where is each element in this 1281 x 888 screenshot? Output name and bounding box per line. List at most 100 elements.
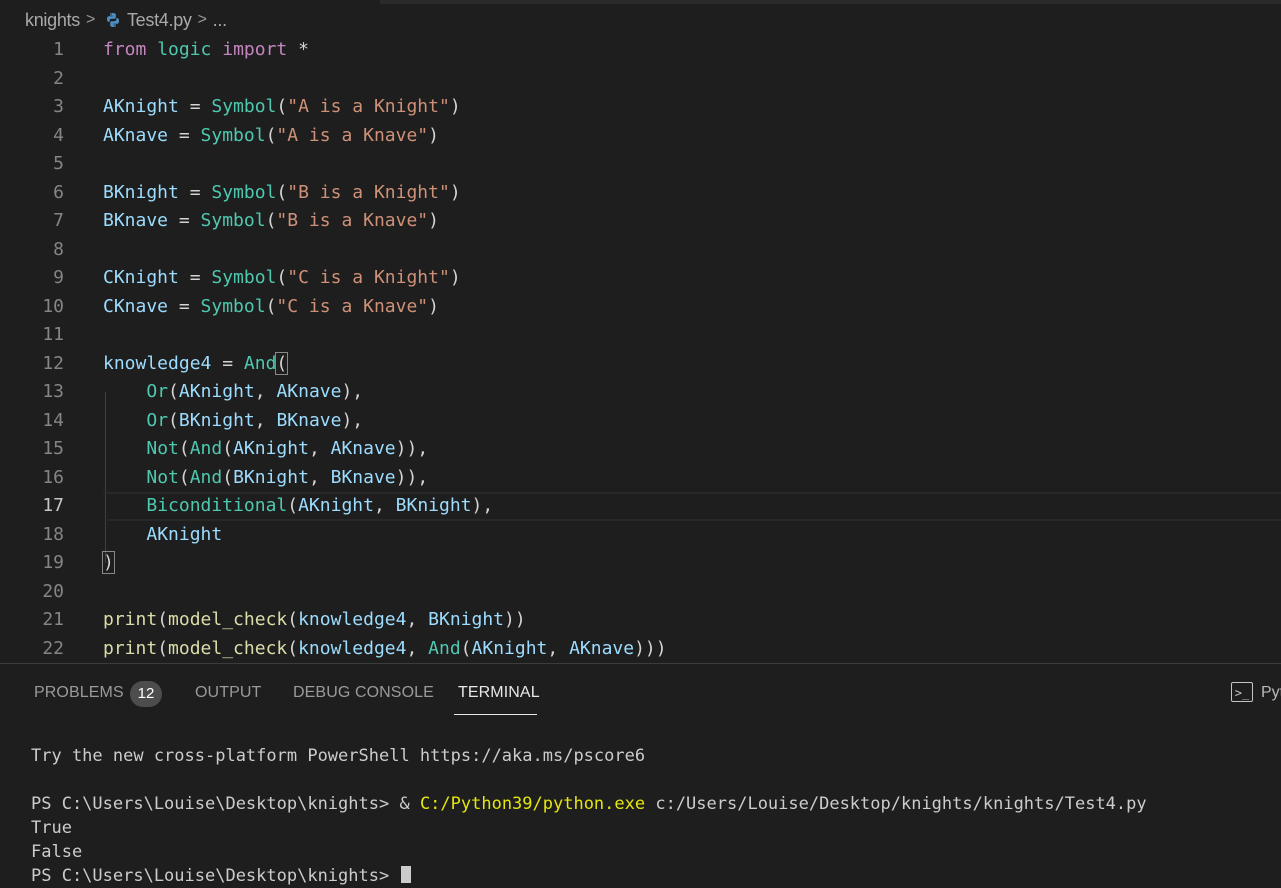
code-text: print(model_check(knowledge4, BKnight)) xyxy=(103,606,526,635)
code-token: ( xyxy=(276,267,288,288)
code-token: BKnight xyxy=(395,495,472,516)
tab-output[interactable]: OUTPUT xyxy=(195,684,261,702)
code-token: And xyxy=(428,637,461,659)
code-line[interactable]: 19) xyxy=(0,549,1281,578)
code-token: AKnave xyxy=(276,381,342,402)
code-line[interactable]: 22 print(model_check(knowledge4, And(AKni… xyxy=(0,635,1281,663)
code-line[interactable]: 16 Not(And(BKnight, BKnave)), xyxy=(0,464,1281,493)
tab-debug-console[interactable]: DEBUG CONSOLE xyxy=(293,684,434,702)
code-text: ) xyxy=(102,549,115,578)
tab-terminal[interactable]: TERMINAL xyxy=(458,684,540,702)
tab-problems[interactable]: PROBLEMS xyxy=(34,684,124,702)
code-token: , xyxy=(406,637,429,659)
code-token: AKnave xyxy=(569,637,635,659)
terminal-icon[interactable]: >_ xyxy=(1231,682,1253,702)
code-token: Symbol xyxy=(211,96,277,117)
code-token: , xyxy=(373,495,396,516)
code-line[interactable]: 12 knowledge4 = And( xyxy=(0,350,1281,379)
code-token: ), xyxy=(341,381,364,402)
code-token: Not xyxy=(146,438,179,459)
code-editor[interactable]: 1 from logic import * 2 3 AKnight = Symbol("… xyxy=(0,36,1281,662)
breadcrumb: knights > Test4.py > ... xyxy=(0,6,227,34)
terminal-cursor xyxy=(401,866,412,883)
code-token: model_check xyxy=(168,609,288,630)
code-token: = xyxy=(168,295,201,317)
code-text: CKnave = Symbol("C is a Knave") xyxy=(103,293,439,322)
terminal-name[interactable]: Pyt xyxy=(1261,684,1281,702)
code-line[interactable]: 4 AKnave = Symbol("A is a Knave") xyxy=(0,122,1281,151)
code-token: logic xyxy=(157,39,212,60)
code-token: AKnight xyxy=(471,637,548,659)
line-number: 19 xyxy=(42,552,64,573)
breadcrumb-more[interactable]: ... xyxy=(213,10,227,31)
code-token: ) xyxy=(102,551,115,574)
code-token: BKnight xyxy=(233,466,309,488)
code-token: ) xyxy=(449,96,461,117)
chevron-right-icon: > xyxy=(197,11,207,28)
code-line[interactable]: 2 xyxy=(0,65,1281,94)
code-text: Biconditional(AKnight, BKnight), xyxy=(103,492,493,521)
line-number: 10 xyxy=(42,295,64,317)
code-token: ( xyxy=(265,124,277,146)
code-line[interactable]: 20 xyxy=(0,578,1281,607)
terminal-command-line: PS C:\Users\Louise\Desktop\knights> & C:… xyxy=(31,792,1147,816)
code-token: ( xyxy=(265,295,277,317)
code-token: ( xyxy=(276,181,288,203)
line-number: 17 xyxy=(42,495,64,516)
line-number: 6 xyxy=(53,181,64,203)
code-token: "C is a Knave" xyxy=(276,295,429,317)
code-line[interactable]: 5 xyxy=(0,150,1281,179)
code-line[interactable]: 17 Biconditional(AKnight, BKnight), xyxy=(0,492,1281,521)
code-token: Or xyxy=(146,409,169,431)
code-token: = xyxy=(178,267,212,288)
python-file-icon xyxy=(106,13,119,27)
code-token: import xyxy=(222,39,288,60)
code-token: "C is a Knight" xyxy=(287,267,450,288)
code-token: "A is a Knave" xyxy=(276,124,429,146)
code-token: And xyxy=(243,352,277,374)
code-token: BKnight xyxy=(178,409,255,431)
code-token: And xyxy=(189,438,223,459)
code-line[interactable]: 3 AKnight = Symbol("A is a Knight") xyxy=(0,93,1281,122)
terminal-prompt: PS C:\Users\Louise\Desktop\knights> xyxy=(31,866,400,886)
code-line[interactable]: 9 CKnight = Symbol("C is a Knight") xyxy=(0,264,1281,293)
code-token: Symbol xyxy=(211,181,277,203)
code-token: = xyxy=(178,96,212,117)
code-line[interactable]: 11 xyxy=(0,321,1281,350)
breadcrumb-folder[interactable]: knights xyxy=(25,10,80,31)
code-token: ) xyxy=(428,295,439,317)
code-line[interactable]: 15 Not(And(AKnight, AKnave)), xyxy=(0,435,1281,464)
code-token: And xyxy=(189,466,223,488)
code-text: CKnight = Symbol("C is a Knight") xyxy=(103,264,461,293)
code-token: ( xyxy=(275,351,289,375)
code-line[interactable]: 8 xyxy=(0,236,1281,265)
code-text: AKnight = Symbol("A is a Knight") xyxy=(103,93,461,122)
code-token: AKnight xyxy=(103,96,179,117)
code-line[interactable]: 10 CKnave = Symbol("C is a Knave") xyxy=(0,293,1281,322)
code-token: Biconditional xyxy=(146,495,288,516)
code-token: "B is a Knave" xyxy=(276,210,429,231)
code-line[interactable]: 1 from logic import * xyxy=(0,36,1281,65)
code-token: ( xyxy=(460,637,472,659)
code-token: AKnave xyxy=(103,124,169,146)
code-line[interactable]: 21 print(model_check(knowledge4, BKnight)… xyxy=(0,606,1281,635)
code-line[interactable]: 18 AKnight xyxy=(0,521,1281,550)
terminal-output-line: False xyxy=(31,842,83,862)
line-number: 3 xyxy=(53,96,64,117)
line-number: 9 xyxy=(53,267,64,288)
code-line[interactable]: 14 Or(BKnight, BKnave), xyxy=(0,407,1281,436)
breadcrumb-file[interactable]: Test4.py xyxy=(127,10,192,31)
code-line[interactable]: 13 Or(AKnight, AKnave), xyxy=(0,378,1281,407)
code-token: ) xyxy=(449,181,461,203)
code-text: BKnave = Symbol("B is a Knave") xyxy=(103,207,439,236)
code-line[interactable]: 7 BKnave = Symbol("B is a Knave") xyxy=(0,207,1281,236)
top-strip xyxy=(380,0,1281,4)
code-line[interactable]: 6 BKnight = Symbol("B is a Knight") xyxy=(0,179,1281,208)
code-token: AKnight xyxy=(233,438,309,459)
code-text: knowledge4 = And( xyxy=(103,350,289,379)
